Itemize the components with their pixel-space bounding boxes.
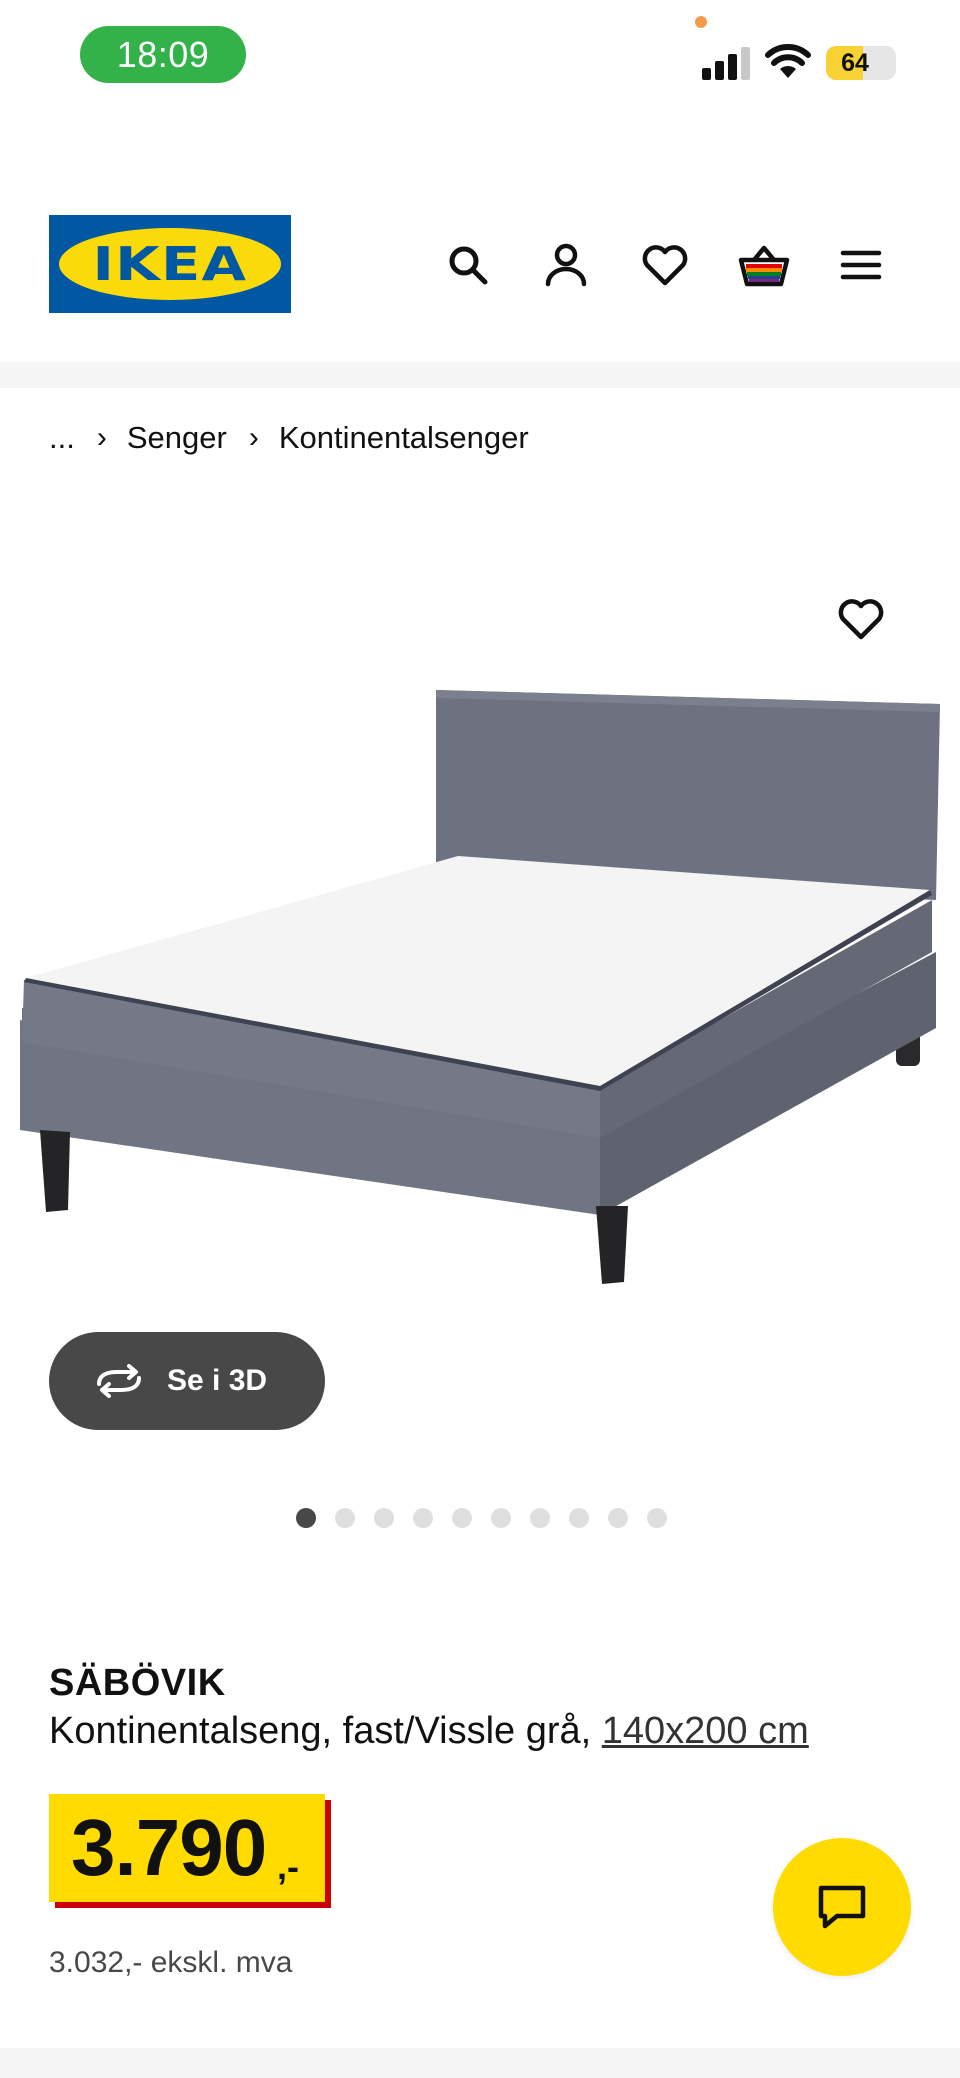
chat-bubble-icon: [818, 1885, 866, 1929]
price-excluding-vat: 3.032,- ekskl. mva: [49, 1946, 293, 1979]
product-description: Kontinentalseng, fast/Vissle grå, 140x20…: [49, 1710, 809, 1753]
gallery-pagination: [0, 1508, 960, 1528]
bottom-band: [0, 2048, 960, 2078]
status-time: 18:09: [80, 26, 246, 83]
product-description-text: Kontinentalseng, fast/Vissle grå,: [49, 1710, 592, 1752]
breadcrumb-item-kontinentalsenger[interactable]: Kontinentalsenger: [279, 420, 529, 456]
product-image-gallery[interactable]: [0, 470, 960, 1480]
gallery-dot-1[interactable]: [296, 1508, 316, 1528]
header-divider: [0, 362, 960, 388]
gallery-dot-3[interactable]: [374, 1508, 394, 1528]
battery-percent: 64: [841, 48, 869, 77]
basket-icon[interactable]: [737, 240, 791, 290]
gallery-dot-2[interactable]: [335, 1508, 355, 1528]
product-size-link[interactable]: 140x200 cm: [602, 1710, 809, 1752]
view-in-3d-button[interactable]: Se i 3D: [49, 1332, 325, 1430]
price-tag: 3.790 ,-: [49, 1794, 331, 1908]
rotate-3d-icon: [97, 1364, 141, 1398]
chat-button[interactable]: [773, 1838, 911, 1976]
price-suffix: ,-: [277, 1846, 299, 1887]
gallery-dot-6[interactable]: [491, 1508, 511, 1528]
view-in-3d-label: Se i 3D: [167, 1364, 268, 1397]
chevron-right-icon: ›: [96, 421, 107, 454]
menu-icon[interactable]: [836, 240, 886, 290]
search-icon[interactable]: [443, 240, 493, 290]
favourites-icon[interactable]: [640, 240, 690, 290]
gallery-dot-9[interactable]: [608, 1508, 628, 1528]
gallery-dot-7[interactable]: [530, 1508, 550, 1528]
price-value: 3.790: [71, 1803, 267, 1892]
logo-oval: IKEA: [59, 228, 281, 300]
gallery-dot-10[interactable]: [647, 1508, 667, 1528]
add-to-favourites-heart-icon[interactable]: [836, 594, 886, 644]
gallery-dot-5[interactable]: [452, 1508, 472, 1528]
privacy-indicator-dot: [695, 16, 707, 28]
gallery-dot-4[interactable]: [413, 1508, 433, 1528]
ikea-logo[interactable]: IKEA: [49, 215, 291, 313]
product-image-bed: [20, 690, 940, 1284]
status-bar: 18:09 64: [0, 0, 960, 110]
product-name: SÄBÖVIK: [49, 1662, 226, 1704]
battery-icon: 64: [826, 46, 896, 80]
breadcrumb-item-senger[interactable]: Senger: [127, 420, 227, 456]
breadcrumb-ellipsis[interactable]: ...: [49, 420, 75, 456]
account-icon[interactable]: [541, 240, 591, 290]
logo-text: IKEA: [92, 237, 248, 291]
gallery-dot-8[interactable]: [569, 1508, 589, 1528]
chevron-right-icon: ›: [248, 421, 259, 454]
breadcrumb: ... › Senger › Kontinentalsenger: [49, 418, 529, 458]
site-header: IKEA: [0, 180, 960, 340]
cellular-signal-icon: [702, 46, 750, 80]
wifi-icon: [765, 44, 811, 78]
